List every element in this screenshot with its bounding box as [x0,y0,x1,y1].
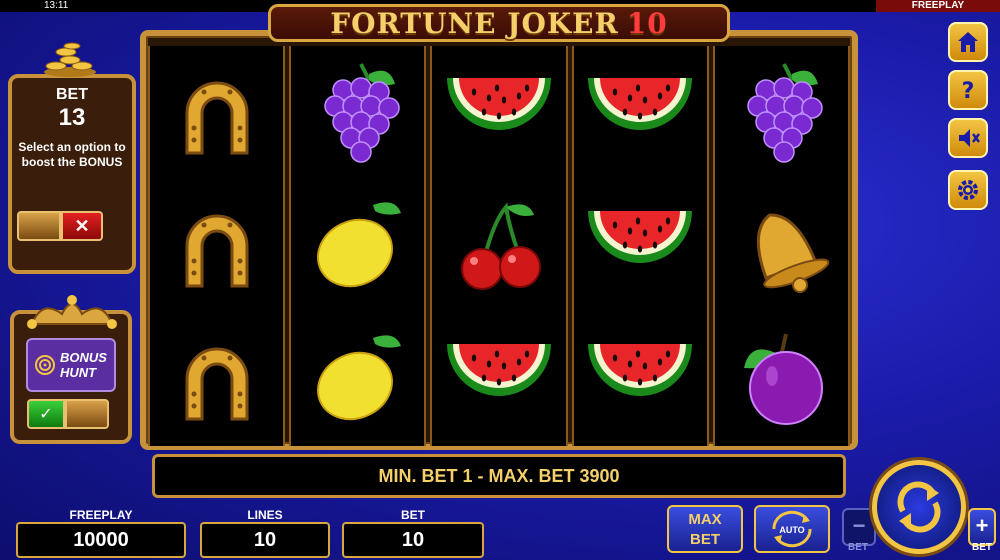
reel-4 [571,46,709,446]
game-title-number: 10 [626,6,668,40]
bet-counter-value: 10 [342,522,484,558]
bonus-hunt-buttons: ✓ [27,399,109,429]
reel-2 [289,46,427,446]
watermelon-icon [580,53,700,173]
bonus-hunt-reject-button[interactable] [65,399,109,429]
max-bet-line1: MAX [688,511,722,528]
boost-accept-button[interactable] [17,211,61,241]
max-bet-button[interactable]: MAX BET [667,505,743,553]
bet-increase-label: BET [972,542,992,553]
bet-boost-buttons: ✕ [17,211,103,241]
horseshoe-icon [157,53,277,173]
freeplay-counter: FREEPLAY 10000 [16,508,186,558]
clock: 13:11 [44,0,69,11]
bet-range-info: MIN. BET 1 - MAX. BET 3900 [152,454,846,498]
spin-button[interactable] [872,460,966,554]
home-icon[interactable] [948,22,988,62]
target-icon [35,355,55,375]
bet-increase-button[interactable]: + [968,508,996,546]
bet-counter-label: BET [401,508,425,522]
lemon-icon [298,319,418,439]
grapes-icon [721,53,841,173]
auto-spin-button[interactable]: AUTO [754,505,830,553]
horseshoe-icon [157,186,277,306]
lines-counter-value: 10 [200,522,330,558]
cherries-icon [439,186,559,306]
sound-off-icon[interactable] [948,118,988,158]
bet-decrease-label: BET [848,542,868,553]
bet-description: Select an option to boost the BONUS [18,140,126,169]
horseshoe-icon [157,319,277,439]
bonus-hunt-line2: HUNT [60,365,97,380]
bet-boost-panel: BET 13 Select an option to boost the BON… [8,74,136,274]
lines-counter: LINES 10 [200,508,330,558]
lines-counter-label: LINES [247,508,283,522]
bonus-hunt-line1: BONUS [60,350,107,365]
freeplay-counter-value: 10000 [16,522,186,558]
auto-spin-icon: AUTO [772,510,812,548]
help-icon[interactable]: ? [948,70,988,110]
bonus-hunt-accept-button[interactable]: ✓ [27,399,65,429]
bonus-hunt-label: BONUS HUNT [26,338,116,392]
bet-decrease-button[interactable]: − [842,508,876,546]
grapes-icon [298,53,418,173]
coins-icon [44,42,96,77]
jester-hat-icon [27,295,117,329]
freeplay-counter-label: FREEPLAY [69,508,133,522]
watermelon-icon [580,186,700,306]
spin-icon [897,481,941,533]
watermelon-icon [439,53,559,173]
reel-3 [430,46,568,446]
watermelon-icon [580,319,700,439]
max-bet-line2: BET [690,531,720,548]
auto-label: AUTO [779,525,804,535]
bet-label: BET [56,86,88,103]
boost-reject-button[interactable]: ✕ [61,211,103,241]
lemon-icon [298,186,418,306]
bell-icon [721,186,841,306]
plum-icon [721,319,841,439]
reels [148,46,851,446]
watermelon-icon [439,319,559,439]
reel-1 [148,46,286,446]
svg-text:?: ? [962,79,975,103]
freeplay-mode-badge: FREEPLAY [876,0,1000,12]
game-title-text: FORTUNE JOKER [330,6,619,40]
bet-value: 13 [58,104,86,131]
settings-icon[interactable] [948,170,988,210]
game-title: FORTUNE JOKER 10 [268,4,730,42]
bet-counter: BET 10 [342,508,484,558]
reel-5 [712,46,851,446]
